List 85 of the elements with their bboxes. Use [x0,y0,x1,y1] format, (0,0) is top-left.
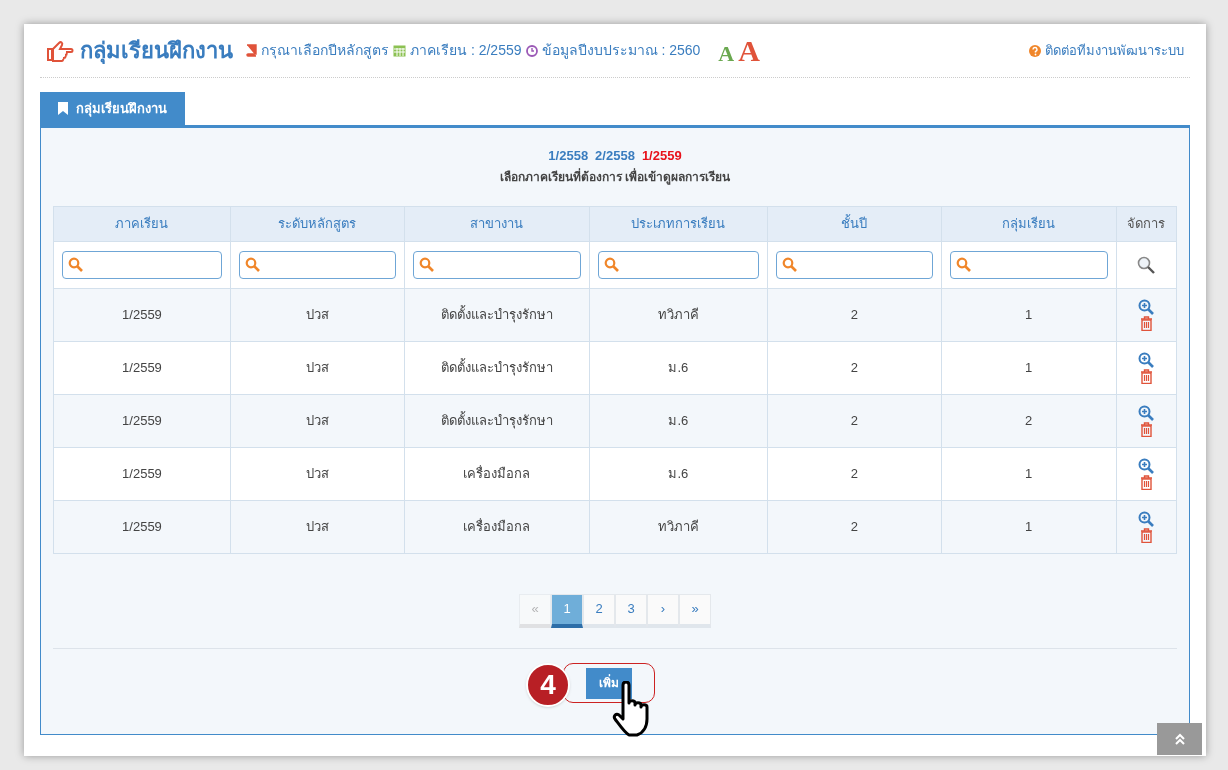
semester-link[interactable]: 1/2559 [641,146,682,166]
table-cell: 1/2559 [122,518,162,534]
column-header: จัดการ [1127,215,1166,231]
filter-input[interactable] [949,250,1108,279]
table-cell: 1/2559 [122,306,162,322]
help-icon [1029,44,1041,57]
search-icon [68,257,83,272]
column-header: ภาคเรียน [115,215,169,231]
column-header: ระดับหลักสูตร [278,215,357,231]
zoom-in-icon[interactable] [1138,298,1155,315]
table-cell: ติดตั้งและบำรุงรักษา [440,306,553,322]
table-cell: 1/2559 [122,359,162,375]
bookmark-icon [58,102,68,115]
trash-icon[interactable] [1139,527,1153,543]
font-smaller-button[interactable]: A [718,41,735,66]
help-link[interactable]: ติดต่อทีมงานพัฒนาระบบ [1045,40,1184,61]
semester-link[interactable]: 2/2558 [595,146,635,166]
step-badge: 4 [526,662,570,707]
double-chevron-up-icon [1173,733,1186,745]
table-cell: 2 [850,306,858,322]
font-larger-button[interactable]: A [738,35,760,66]
page-button[interactable]: » [679,593,711,628]
filter-input[interactable] [412,250,581,279]
table-cell: 2 [850,518,858,534]
calendar-icon [393,44,406,57]
table-cell: 2 [850,465,858,481]
table-cell: ทวิภาคี [657,518,699,534]
filter-input[interactable] [62,250,222,279]
table-cell: ทวิภาคี [657,306,699,322]
trash-icon[interactable] [1139,315,1153,331]
filter-input[interactable] [775,250,933,279]
clock-icon [525,44,538,57]
table-cell: ปวส [305,306,329,322]
page-button[interactable]: › [647,593,679,628]
search-icon [418,257,434,272]
table-cell: 1 [1025,465,1033,481]
info-text: ภาคเรียน : 2/2559 [410,41,522,60]
table-cell: ปวส [305,359,329,375]
info-text: กรุณาเลือกปีหลักสูตร [261,41,389,61]
search-icon [244,257,260,272]
table-cell: 1/2559 [122,465,162,481]
zoom-in-icon[interactable] [1138,351,1155,368]
info-text: ข้อมูลปีงบประมาณ : 2560 [541,41,701,61]
page-title: กลุ่มเรียนฝึกงาน [80,37,233,66]
column-header: ชั้นปี [841,215,868,231]
trash-icon[interactable] [1139,474,1153,490]
zoom-in-icon[interactable] [1138,457,1155,474]
table-cell: 1 [1025,359,1033,375]
filter-input[interactable] [238,250,396,279]
tab[interactable]: กลุ่มเรียนฝึกงาน [40,92,185,125]
trash-icon[interactable] [1139,368,1153,384]
table-cell: 1 [1025,518,1033,534]
search-icon [781,257,797,272]
column-header: สาขางาน [470,215,524,231]
semester-link[interactable]: 1/2558 [548,146,589,166]
table-cell: ม.6 [668,465,689,481]
table-cell: 2 [850,359,858,375]
table-cell: ปวส [305,518,329,534]
table-cell: ปวส [305,465,329,481]
page-button[interactable]: 1 [551,593,583,628]
column-header: กลุ่มเรียน [1002,215,1056,231]
table-cell: เครื่องมือกล [463,518,531,534]
table-cell: 2 [850,412,858,428]
filter-input[interactable] [597,250,759,279]
search-icon[interactable] [1137,256,1156,275]
page-button[interactable]: 3 [615,593,647,628]
table-cell: 2 [1025,412,1033,428]
table-cell: 1 [1025,306,1033,322]
table-cell: 1/2559 [122,412,162,428]
table-cell: ติดตั้งและบำรุงรักษา [440,412,553,428]
pointing-hand-icon [46,39,74,62]
table-cell: เครื่องมือกล [463,465,531,481]
scroll-top-button[interactable] [1157,723,1202,755]
instruction-text: เลือกภาคเรียนที่ต้องการ เพื่อเข้าดูผลการเรียน [498,167,732,186]
table-cell: ม.6 [668,359,689,375]
table-cell: ปวส [305,412,329,428]
zoom-in-icon[interactable] [1138,510,1155,527]
search-icon [603,257,619,272]
column-header: ประเภทการเรียน [631,215,726,231]
page-button[interactable]: 2 [583,593,615,628]
search-icon [955,257,971,272]
table-cell: ม.6 [668,412,689,428]
trash-icon[interactable] [1139,421,1153,437]
table-cell: ติดตั้งและบำรุงรักษา [440,359,553,375]
zoom-in-icon[interactable] [1138,404,1155,421]
